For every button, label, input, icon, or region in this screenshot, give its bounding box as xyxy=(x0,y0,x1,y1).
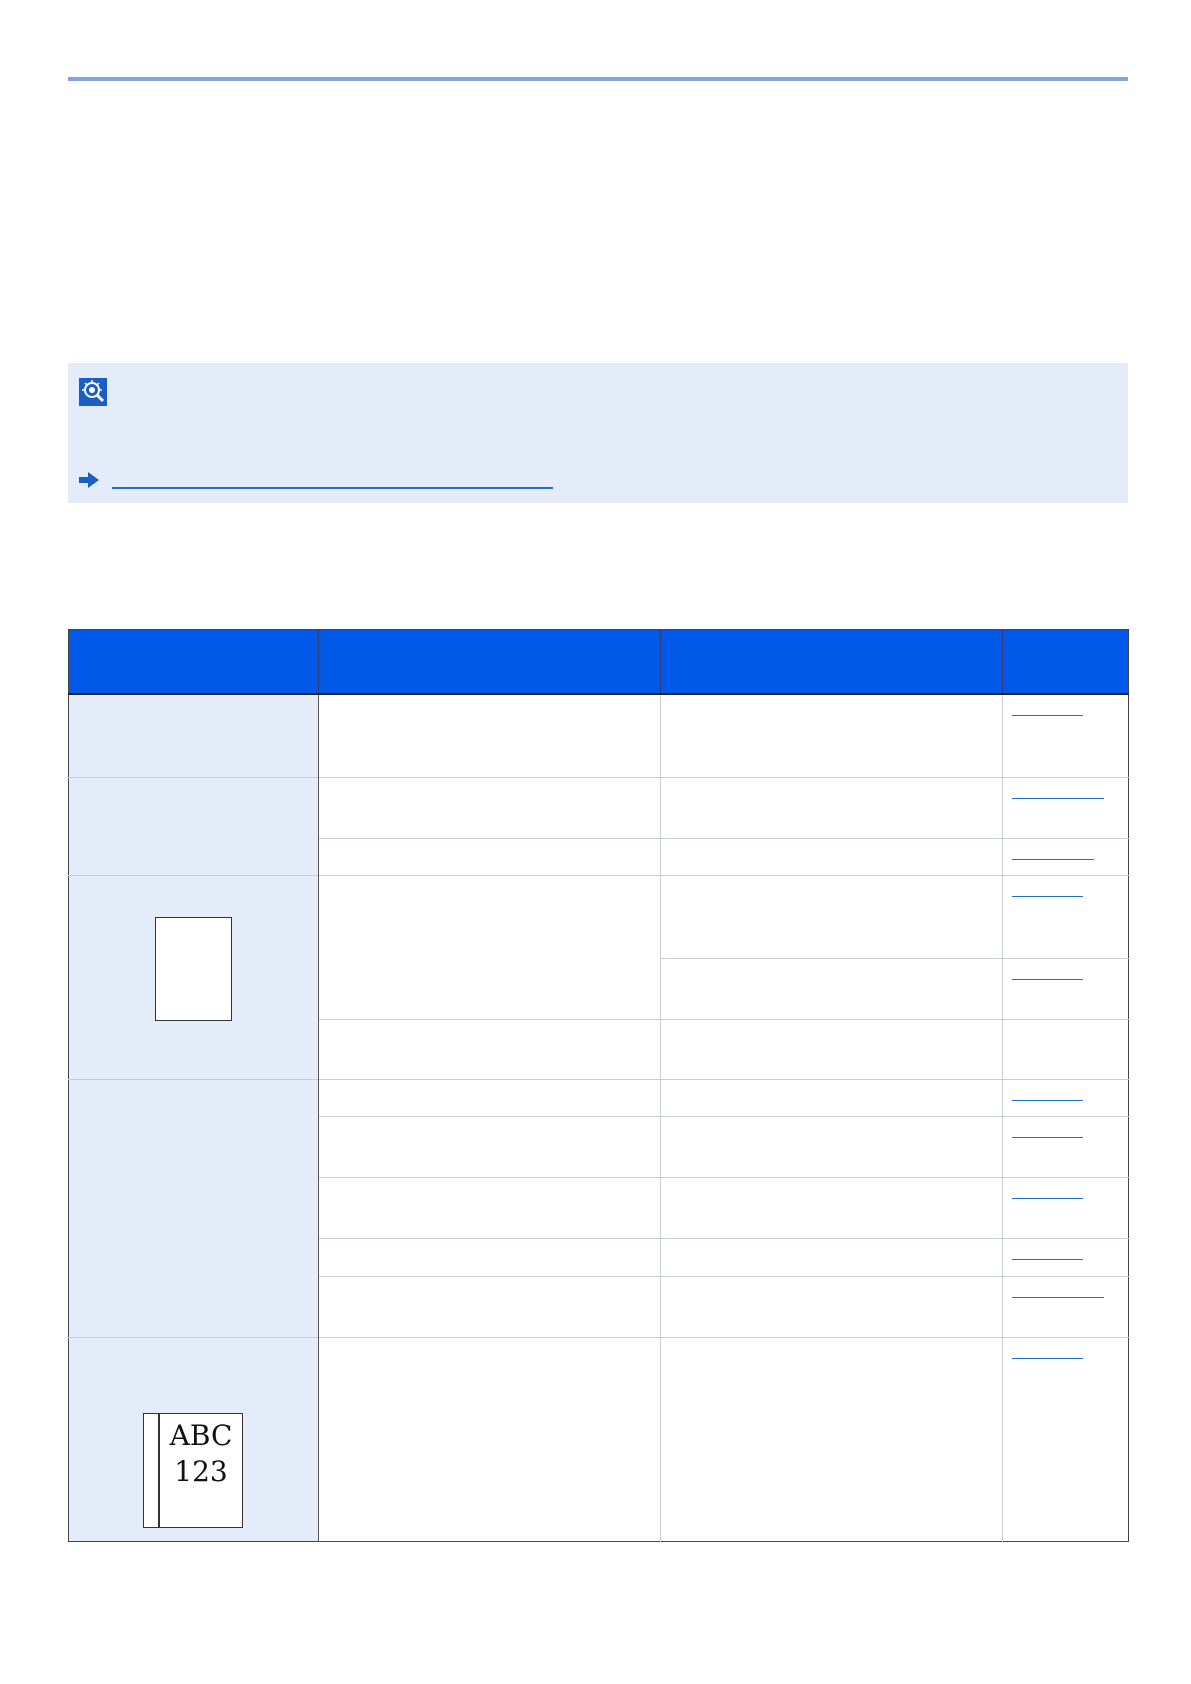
table-cell xyxy=(660,776,1003,838)
table-row xyxy=(68,776,1129,875)
reference-cell xyxy=(1002,1237,1129,1276)
table-cell xyxy=(660,957,1003,1019)
page-reference-link[interactable] xyxy=(1012,978,1083,980)
page-reference-link[interactable] xyxy=(1012,1197,1083,1199)
page-reference-link[interactable] xyxy=(1012,715,1083,716)
reference-cell xyxy=(1002,1176,1129,1238)
table-cell xyxy=(318,1078,661,1116)
arrow-right-icon xyxy=(79,472,99,488)
reference-cell xyxy=(1002,1018,1129,1079)
reference-cell xyxy=(1002,693,1129,777)
document-page-icon xyxy=(155,916,232,1021)
lightbulb-note-icon xyxy=(79,378,107,406)
reference-cell xyxy=(1002,1336,1129,1541)
table-row xyxy=(68,874,1129,1079)
table-cell xyxy=(660,837,1003,875)
table-cell xyxy=(318,1336,661,1541)
reference-cell xyxy=(1002,957,1129,1019)
category-cell xyxy=(68,874,319,1079)
table-cell xyxy=(660,1336,1003,1541)
reference-cell xyxy=(1002,1115,1129,1177)
page-reference-link[interactable] xyxy=(1012,858,1094,860)
note-box xyxy=(68,363,1128,503)
thumbnail-text-line: 123 xyxy=(174,1454,228,1488)
page-reference-link[interactable] xyxy=(1012,1099,1083,1101)
table-row xyxy=(68,1078,1129,1337)
category-cell xyxy=(68,693,319,777)
header-rule xyxy=(68,77,1128,81)
table-cell xyxy=(660,1275,1003,1337)
table-cell xyxy=(318,1275,661,1337)
table-cell xyxy=(318,1176,661,1238)
note-link-underline[interactable] xyxy=(112,487,553,489)
column-header xyxy=(1002,629,1129,695)
page-reference-link[interactable] xyxy=(1012,797,1104,799)
reference-cell xyxy=(1002,874,1129,958)
page-reference-link[interactable] xyxy=(1012,895,1083,897)
table-cell xyxy=(660,1018,1003,1079)
column-header xyxy=(660,629,1003,695)
table-cell xyxy=(660,1078,1003,1116)
page-reference-link[interactable] xyxy=(1012,1357,1083,1359)
table-cell xyxy=(318,1115,661,1177)
table-cell xyxy=(318,874,661,1019)
page-reference-link[interactable] xyxy=(1012,1258,1083,1260)
table-row xyxy=(68,693,1129,777)
table-cell xyxy=(660,1237,1003,1276)
text-page-thumbnail-icon: ABC 123 xyxy=(143,1412,243,1528)
reference-cell xyxy=(1002,1078,1129,1116)
table-cell xyxy=(660,1176,1003,1238)
column-header xyxy=(318,629,661,695)
table-header-row xyxy=(68,629,1129,695)
table-cell xyxy=(660,1115,1003,1177)
page-reference-link[interactable] xyxy=(1012,1136,1083,1138)
table-cell xyxy=(318,1018,661,1079)
table-cell xyxy=(318,837,661,875)
page-reference-link[interactable] xyxy=(1012,1296,1104,1298)
thumbnail-text-line: ABC xyxy=(169,1418,233,1452)
table-row: ABC 123 xyxy=(68,1336,1129,1541)
table-cell xyxy=(660,874,1003,958)
table-cell xyxy=(660,693,1003,777)
category-cell: ABC 123 xyxy=(68,1336,319,1541)
column-header xyxy=(68,629,319,695)
feature-table: ABC 123 xyxy=(68,629,1129,1542)
reference-cell xyxy=(1002,1275,1129,1337)
category-cell xyxy=(68,776,319,875)
category-cell xyxy=(68,1078,319,1337)
reference-cell xyxy=(1002,837,1129,875)
table-cell xyxy=(318,776,661,838)
table-cell xyxy=(318,1237,661,1276)
reference-cell xyxy=(1002,776,1129,838)
table-cell xyxy=(318,693,661,777)
